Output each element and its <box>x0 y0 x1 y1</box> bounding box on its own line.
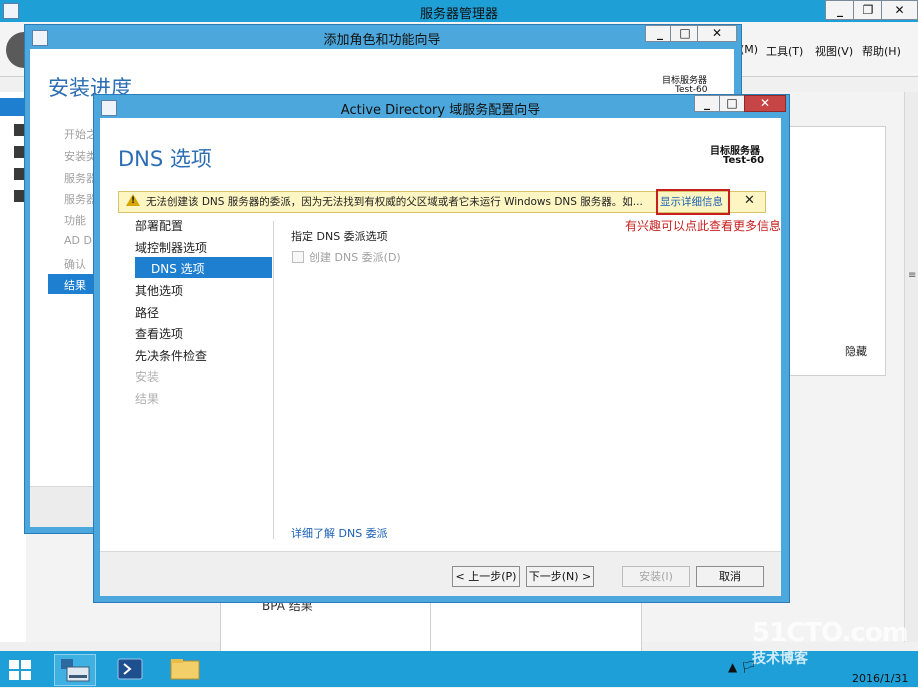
menu-help[interactable]: 帮助(H) <box>862 43 901 59</box>
taskbar-powershell[interactable] <box>110 654 150 684</box>
warning-icon-mark: ! <box>131 196 136 206</box>
start-button[interactable] <box>8 659 32 681</box>
server-manager-scrollbar[interactable] <box>904 92 918 642</box>
install-button: 安装(I) <box>622 566 690 587</box>
cancel-button[interactable]: 取消 <box>696 566 764 587</box>
add-roles-maximize-button[interactable]: □ <box>670 25 700 42</box>
add-roles-wizard-title: 添加角色和功能向导 <box>323 33 441 48</box>
previous-button[interactable]: < 上一步(P) <box>452 566 520 587</box>
ad-wizard-maximize-button[interactable]: □ <box>719 95 745 112</box>
nav-item-deployment-config[interactable]: 部署配置 <box>135 217 183 234</box>
windows-logo-icon <box>9 671 19 680</box>
ad-ds-icon[interactable] <box>14 168 24 180</box>
ad-wizard-minimize-button[interactable]: _ <box>694 95 720 112</box>
file-services-icon[interactable] <box>14 190 24 202</box>
nav-item-prereq-check[interactable]: 先决条件检查 <box>135 347 207 364</box>
server-manager-title: 服务器管理器 <box>419 7 498 22</box>
menu-manage[interactable]: (M) <box>740 43 758 56</box>
server-manager-restore-button[interactable]: ❐ <box>853 0 883 20</box>
nav-item-review-options[interactable]: 查看选项 <box>135 325 183 342</box>
ad-wizard-body <box>100 118 781 551</box>
nav-item-results: 结果 <box>135 392 160 406</box>
system-tray[interactable]: ▲ 🏳 <box>728 660 756 674</box>
hide-link[interactable]: 隐藏 <box>845 343 867 359</box>
section-label: 指定 DNS 委派选项 <box>291 230 388 243</box>
show-details-link[interactable]: 显示详细信息 <box>660 194 723 209</box>
nav-item-paths[interactable]: 路径 <box>135 304 159 321</box>
target-server-value: Test-60 <box>723 155 765 166</box>
page-title: DNS 选项 <box>118 147 212 171</box>
warning-close-icon[interactable]: ✕ <box>744 193 755 208</box>
add-roles-close-button[interactable]: ✕ <box>697 25 737 42</box>
all-servers-icon[interactable] <box>14 146 24 158</box>
add-roles-step-results[interactable]: 结果 <box>64 277 86 293</box>
create-dns-delegation-checkbox[interactable] <box>292 251 304 263</box>
next-button[interactable]: 下一步(N) > <box>526 566 594 587</box>
learn-more-link[interactable]: 详细了解 DNS 委派 <box>291 525 388 541</box>
server-manager-minimize-button[interactable]: _ <box>825 0 855 20</box>
nav-item-dns-options-label: DNS 选项 <box>151 262 205 276</box>
watermark-logo: 51CTO.com <box>752 618 909 648</box>
folder-icon <box>170 659 200 680</box>
ad-wizard-close-button[interactable]: ✕ <box>744 95 786 112</box>
add-roles-step[interactable]: 确认 <box>64 256 86 272</box>
nav-item-dc-options[interactable]: 域控制器选项 <box>135 239 207 256</box>
windows-logo-icon <box>21 660 31 669</box>
local-server-icon[interactable] <box>14 124 24 136</box>
server-manager-close-button[interactable]: ✕ <box>881 0 918 20</box>
scroll-grip-icon[interactable]: ≡ <box>908 270 916 281</box>
windows-logo-icon <box>9 660 19 669</box>
menu-tools[interactable]: 工具(T) <box>766 43 803 59</box>
annotation-text: 有兴趣可以点此查看更多信息 <box>625 219 782 233</box>
warning-text: 无法创建该 DNS 服务器的委派，因为无法找到有权威的父区域或者它未运行 Win… <box>146 196 643 208</box>
windows-logo-icon <box>21 671 31 680</box>
menu-view[interactable]: 视图(V) <box>815 43 853 59</box>
powershell-icon <box>117 658 143 680</box>
nav-divider <box>273 221 274 539</box>
server-manager-icon <box>61 659 90 682</box>
add-roles-step[interactable]: 功能 <box>64 212 86 228</box>
watermark-subtitle: 技术博客 <box>752 651 808 667</box>
ad-wizard-title: Active Directory 域服务配置向导 <box>340 103 541 118</box>
add-roles-step[interactable]: AD D <box>64 234 92 247</box>
nav-item-installation: 安装 <box>135 370 160 384</box>
taskbar-server-manager[interactable] <box>54 654 96 686</box>
taskbar-file-explorer[interactable] <box>165 654 205 684</box>
server-manager-tile <box>788 126 886 376</box>
sidebar-item-dashboard[interactable] <box>0 98 26 116</box>
clock-date[interactable]: 2016/1/31 <box>852 672 908 685</box>
create-dns-delegation-label: 创建 DNS 委派(D) <box>309 251 401 264</box>
nav-item-additional-options[interactable]: 其他选项 <box>135 282 183 299</box>
